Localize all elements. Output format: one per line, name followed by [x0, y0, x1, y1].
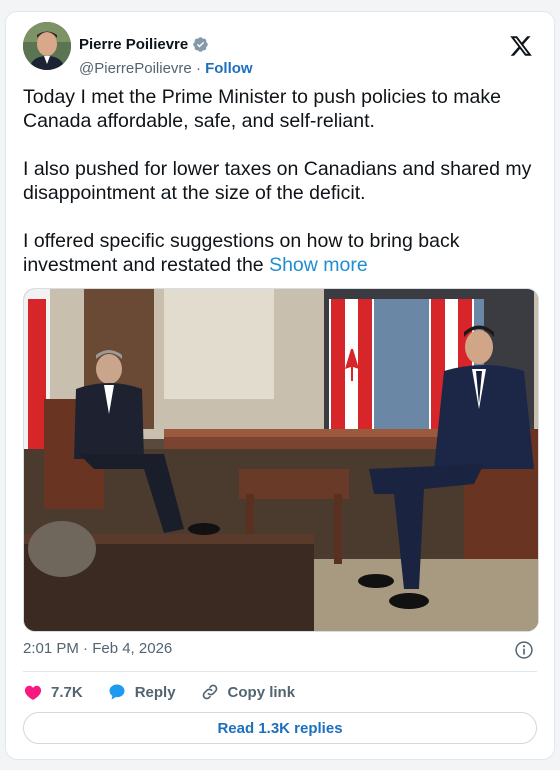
link-icon — [202, 684, 217, 700]
x-logo-icon[interactable] — [509, 34, 533, 58]
heart-icon — [24, 685, 42, 700]
verified-badge-icon — [193, 37, 208, 52]
copy-link-button[interactable]: Copy link — [200, 682, 296, 702]
reply-label: Reply — [134, 683, 176, 701]
info-icon[interactable] — [514, 640, 534, 660]
read-replies-button[interactable]: Read 1.3K replies — [23, 712, 537, 744]
reply-button[interactable]: Reply — [107, 682, 176, 702]
like-button[interactable]: 7.7K — [23, 682, 83, 702]
like-count: 7.7K — [51, 683, 83, 701]
post-photo[interactable] — [23, 288, 539, 632]
divider — [23, 671, 537, 672]
post-paragraph-truncated: I offered specific suggestions on how to… — [23, 229, 543, 277]
post-timestamp[interactable]: 2:01 PM · Feb 4, 2026 — [23, 640, 172, 657]
embedded-post-card: Pierre Poilievre @PierrePoilievre · Foll… — [5, 11, 555, 760]
post-actions: 7.7K Reply Copy link — [23, 680, 319, 704]
show-more-link[interactable]: Show more — [269, 254, 368, 276]
read-replies-label: Read 1.3K replies — [217, 719, 343, 737]
author-name[interactable]: Pierre Poilievre — [79, 36, 188, 53]
author-name-row: Pierre Poilievre — [79, 36, 209, 53]
handle-separator: · — [195, 60, 201, 77]
post-text: Today I met the Prime Minister to push p… — [23, 85, 543, 277]
author-handle-row: @PierrePoilievre · Follow — [79, 60, 253, 77]
post-paragraph: Today I met the Prime Minister to push p… — [23, 86, 501, 132]
reply-bubble-icon — [109, 684, 125, 700]
follow-button[interactable]: Follow — [205, 60, 253, 77]
copy-link-label: Copy link — [227, 683, 296, 701]
author-handle[interactable]: @PierrePoilievre — [79, 60, 192, 77]
post-header: Pierre Poilievre @PierrePoilievre · Foll… — [23, 22, 537, 77]
truncated-text: I offered specific suggestions on how to… — [23, 230, 460, 276]
avatar[interactable] — [23, 22, 71, 70]
post-paragraph: I also pushed for lower taxes on Canadia… — [23, 158, 532, 204]
